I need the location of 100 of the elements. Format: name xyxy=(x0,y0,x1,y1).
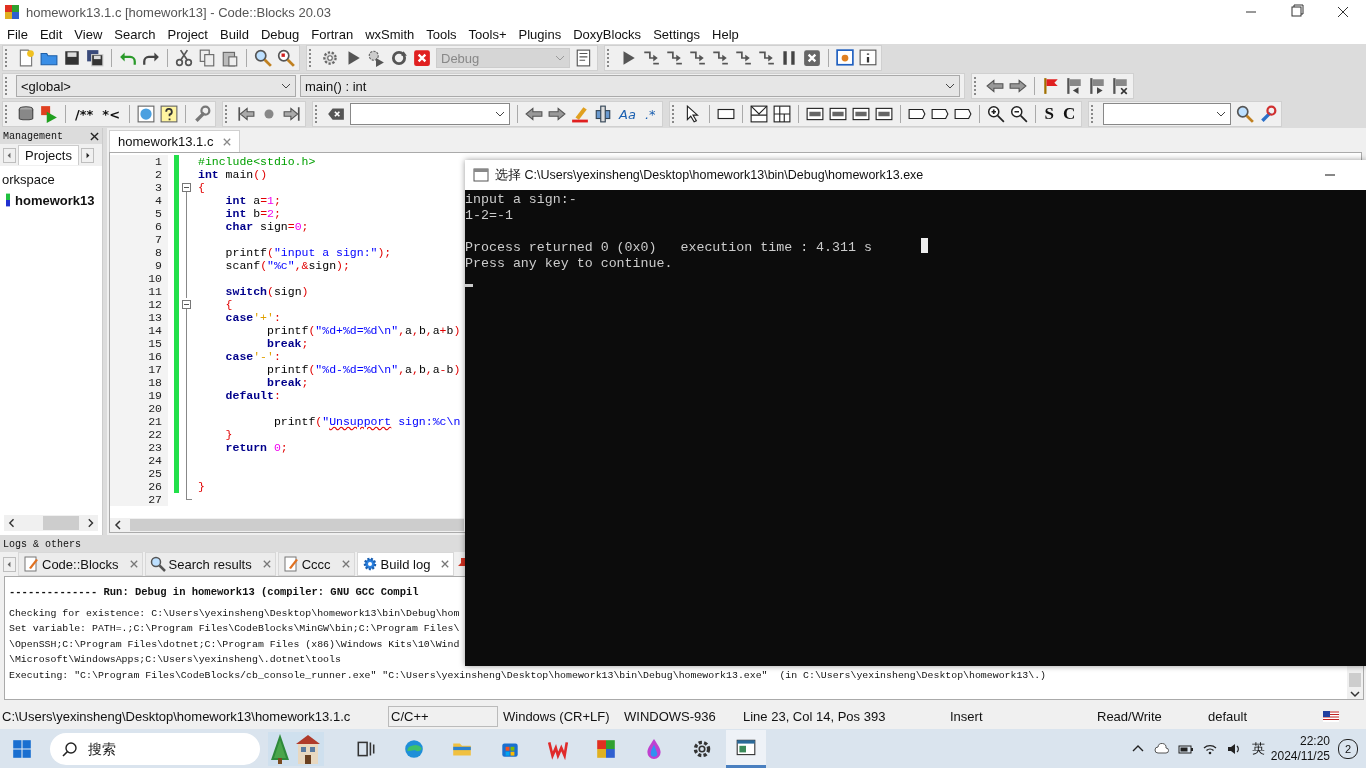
taskbar-window-button[interactable] xyxy=(726,730,766,768)
envelope-icon[interactable] xyxy=(749,105,768,123)
zoom-in-icon[interactable] xyxy=(986,105,1005,123)
menu-item[interactable]: Build xyxy=(214,26,255,42)
clear-icon[interactable] xyxy=(327,105,346,123)
horizontal-scrollbar[interactable] xyxy=(110,518,464,532)
input-method-indicator[interactable]: 英 xyxy=(1251,740,1265,758)
table-icon[interactable] xyxy=(772,105,791,123)
stop-icon[interactable] xyxy=(413,49,431,67)
zoom-out-icon[interactable] xyxy=(1009,105,1028,123)
cloud-icon[interactable] xyxy=(1153,741,1170,757)
copy-icon[interactable] xyxy=(198,49,216,67)
browser-icon[interactable] xyxy=(403,738,425,760)
menu-item[interactable]: DoxyBlocks xyxy=(567,26,648,42)
search-dropdown[interactable] xyxy=(1103,103,1232,125)
file-tab[interactable]: homework13.1.c xyxy=(109,130,241,152)
block-icon[interactable] xyxy=(851,105,870,123)
flag-back-icon[interactable] xyxy=(1065,77,1083,95)
step-icon[interactable] xyxy=(757,49,775,67)
settings-icon[interactable] xyxy=(691,738,713,760)
code-editor[interactable] xyxy=(109,152,464,533)
wrench-icon[interactable] xyxy=(193,105,212,123)
menu-item[interactable]: Tools xyxy=(420,26,463,42)
menu-item[interactable]: Plugins xyxy=(512,26,568,42)
tree-item[interactable]: orkspace xyxy=(0,170,102,190)
log-tab[interactable]: Cccc xyxy=(277,552,355,576)
menu-item[interactable]: wxSmith xyxy=(359,26,421,42)
back-icon[interactable] xyxy=(986,77,1004,95)
horizontal-scrollbar[interactable] xyxy=(4,515,98,531)
menu-item[interactable]: Fortran xyxy=(305,26,360,42)
menu-item[interactable]: Help xyxy=(706,26,745,42)
log-tab[interactable]: Code::Blocks xyxy=(18,552,143,576)
run-icon[interactable] xyxy=(40,105,58,123)
scroll-left-icon[interactable] xyxy=(113,520,123,530)
floppy-icon[interactable] xyxy=(63,49,81,67)
menu-item[interactable]: Edit xyxy=(33,26,69,42)
redo-icon[interactable] xyxy=(142,49,160,67)
vertical-scrollbar[interactable] xyxy=(1347,673,1363,699)
gear-play-icon[interactable] xyxy=(367,49,385,67)
tree-item[interactable]: homework13 xyxy=(15,192,95,208)
scope-dropdown[interactable]: <global> xyxy=(16,75,296,97)
notification-badge[interactable]: 2 xyxy=(1338,739,1358,759)
flag-forward-icon[interactable] xyxy=(1088,77,1106,95)
help-icon[interactable] xyxy=(160,105,179,123)
step-icon[interactable] xyxy=(665,49,683,67)
info-icon[interactable] xyxy=(859,49,877,67)
stamp-icon[interactable] xyxy=(594,105,613,123)
toggle-button[interactable]: C xyxy=(1061,104,1078,124)
gear-icon[interactable] xyxy=(321,49,339,67)
volume-icon[interactable] xyxy=(1225,741,1242,757)
log-tab[interactable]: Build log xyxy=(356,552,455,576)
stop-icon[interactable] xyxy=(803,49,821,67)
menu-item[interactable]: Settings xyxy=(647,26,707,42)
step-icon[interactable] xyxy=(711,49,729,67)
list-icon[interactable] xyxy=(575,49,593,67)
start-icon[interactable] xyxy=(11,738,33,760)
function-dropdown[interactable]: main() : int xyxy=(300,75,960,97)
pause-icon[interactable] xyxy=(780,49,798,67)
block-icon[interactable] xyxy=(828,105,847,123)
menu-item[interactable]: View xyxy=(68,26,109,42)
menu-item[interactable]: File xyxy=(1,26,34,42)
search-field[interactable]: 搜索 xyxy=(50,733,260,765)
highlighter-icon[interactable] xyxy=(571,105,590,123)
panel-tab[interactable]: Projects xyxy=(18,145,79,165)
database-icon[interactable] xyxy=(17,105,35,123)
window-icon[interactable] xyxy=(836,49,854,67)
comment-button[interactable]: /** xyxy=(73,106,96,122)
menu-item[interactable]: Project xyxy=(161,26,214,42)
menu-item[interactable]: Search xyxy=(108,26,162,42)
blocks-icon[interactable] xyxy=(595,738,617,760)
step-icon[interactable] xyxy=(642,49,660,67)
search-icon[interactable] xyxy=(1236,105,1255,123)
menu-item[interactable]: Debug xyxy=(254,26,306,42)
step-icon[interactable] xyxy=(734,49,752,67)
flag-icon[interactable] xyxy=(1042,77,1060,95)
match-option-button[interactable]: Aa xyxy=(617,106,638,122)
scroll-down-icon[interactable] xyxy=(1350,689,1360,699)
comment-button[interactable]: *< xyxy=(100,106,123,122)
jump-forward-icon[interactable] xyxy=(283,105,302,123)
new-file-icon[interactable] xyxy=(17,49,35,67)
step-icon[interactable] xyxy=(688,49,706,67)
scissors-icon[interactable] xyxy=(175,49,193,67)
match-option-button[interactable]: .* xyxy=(642,106,658,122)
block-icon[interactable] xyxy=(805,105,824,123)
clock-time[interactable]: 22:20 xyxy=(1299,734,1330,749)
back-icon[interactable] xyxy=(525,105,544,123)
fold-marker[interactable] xyxy=(182,300,191,309)
clock-date[interactable]: 2024/11/25 xyxy=(1270,749,1330,764)
search-icon[interactable] xyxy=(254,49,272,67)
fold-marker[interactable] xyxy=(182,183,191,192)
search-replace-icon[interactable] xyxy=(277,49,295,67)
settings-icon[interactable] xyxy=(1259,105,1278,123)
flag-clear-icon[interactable] xyxy=(1111,77,1129,95)
scroll-left-icon[interactable] xyxy=(7,518,17,528)
save-all-icon[interactable] xyxy=(86,49,104,67)
menu-item[interactable]: Tools+ xyxy=(462,26,513,42)
log-tab[interactable]: Search results xyxy=(144,552,276,576)
paste-icon[interactable] xyxy=(221,49,239,67)
jump-back-icon[interactable] xyxy=(237,105,256,123)
close-icon[interactable] xyxy=(90,131,99,141)
